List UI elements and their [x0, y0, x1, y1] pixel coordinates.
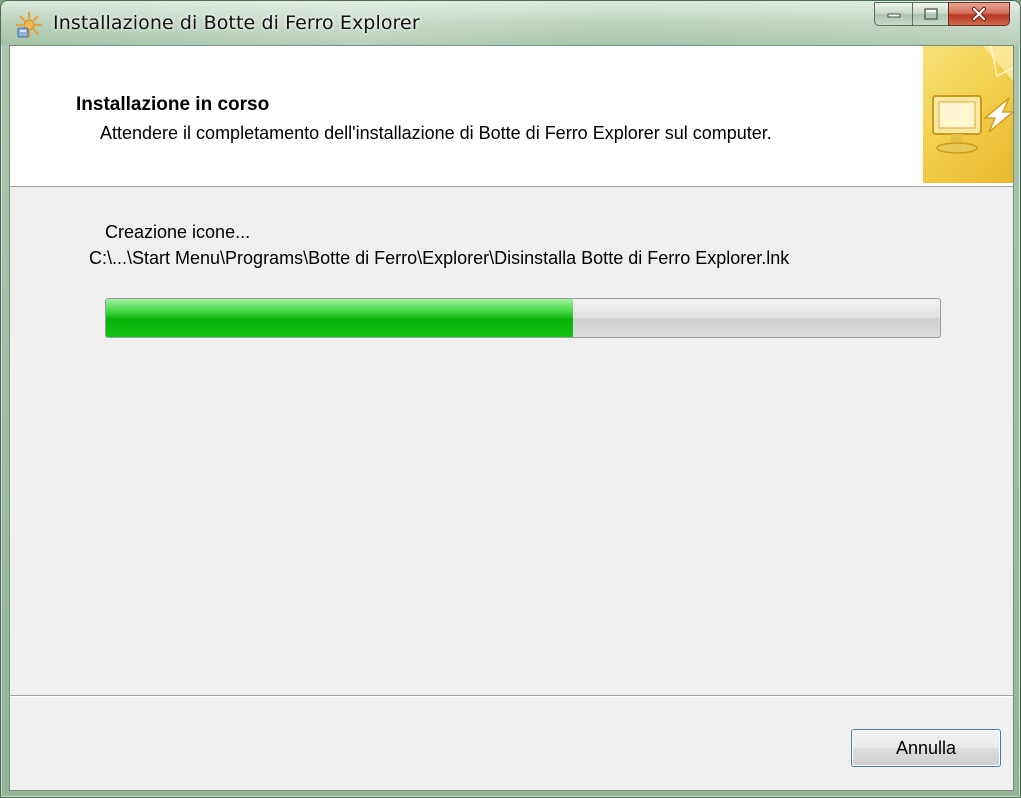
maximize-icon [923, 8, 938, 20]
close-button[interactable] [948, 2, 1010, 26]
cancel-button[interactable]: Annulla [851, 729, 1001, 767]
minimize-button[interactable] [874, 2, 912, 26]
footer-divider [10, 695, 1013, 697]
caption-buttons [874, 2, 1010, 27]
maximize-button[interactable] [912, 2, 948, 26]
header-subtitle: Attendere il completamento dell'installa… [100, 123, 772, 143]
window-title: Installazione di Botte di Ferro Explorer [53, 12, 420, 34]
close-icon [972, 7, 986, 21]
progress-fill [106, 299, 574, 337]
header-band: Installazione in corso Attendere il comp… [10, 45, 1016, 187]
status-text: Creazione icone... [105, 222, 251, 242]
current-file-path: C:\...\Start Menu\Programs\Botte di Ferr… [89, 248, 790, 268]
installer-icon [15, 11, 43, 39]
installer-window: Installazione di Botte di Ferro Explorer [0, 0, 1021, 798]
minimize-icon [887, 13, 900, 18]
progress-bar [105, 298, 941, 338]
title-bar[interactable]: Installazione di Botte di Ferro Explorer [1, 1, 1020, 45]
header-image [923, 45, 1016, 183]
installer-client-area: Installazione in corso Attendere il comp… [9, 45, 1016, 791]
install-computer-icon [932, 45, 1016, 154]
header-title: Installazione in corso [76, 94, 270, 115]
